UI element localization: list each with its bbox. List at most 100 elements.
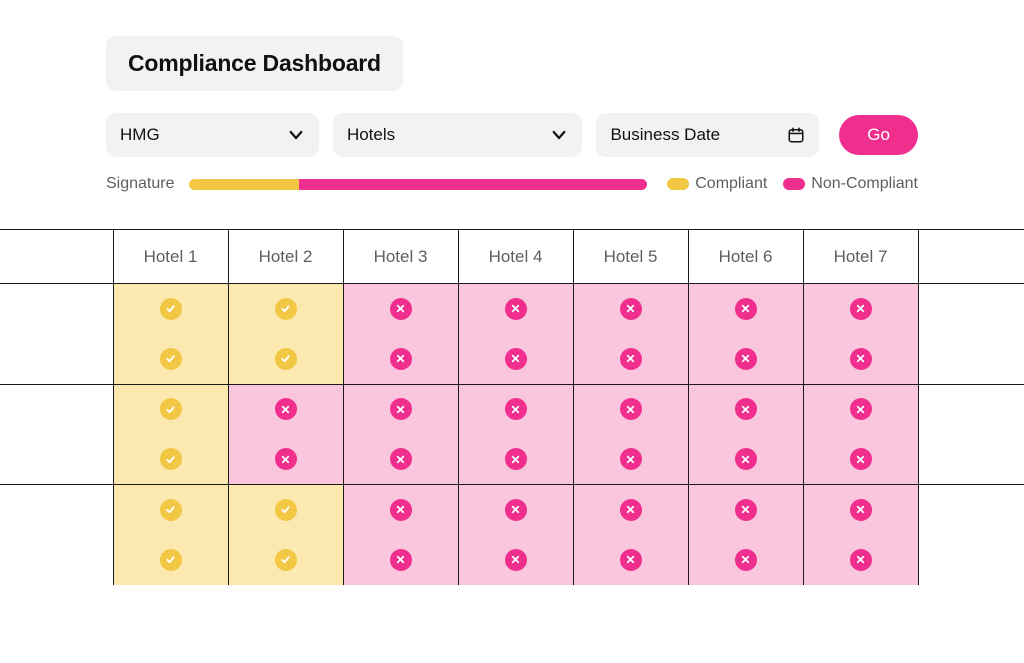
compliant-cell [113,535,228,585]
table-header-tail [918,230,1024,284]
check-circle-icon [275,348,297,370]
row-lead-cell [0,434,113,484]
noncompliant-cell [688,485,803,535]
x-circle-icon [390,398,412,420]
noncompliant-swatch [783,178,805,190]
table-header-hotel: Hotel 7 [803,230,918,284]
title-chip: Compliance Dashboard [106,36,403,91]
calendar-icon [787,126,805,144]
compliance-table: Hotel 1Hotel 2Hotel 3Hotel 4Hotel 5Hotel… [0,229,1024,585]
check-circle-icon [275,298,297,320]
table-header-hotel: Hotel 5 [573,230,688,284]
x-circle-icon [620,398,642,420]
x-circle-icon [850,298,872,320]
x-circle-icon [735,549,757,571]
row-lead-cell [0,284,113,334]
hotels-select[interactable]: Hotels [333,113,583,157]
noncompliant-cell [803,384,918,434]
go-button-label: Go [867,125,890,144]
noncompliant-cell [573,535,688,585]
noncompliant-cell [573,384,688,434]
x-circle-icon [620,499,642,521]
noncompliant-cell [458,384,573,434]
x-circle-icon [505,348,527,370]
table-header-lead [0,230,113,284]
noncompliant-cell [228,434,343,484]
business-date-label: Business Date [610,125,720,145]
noncompliant-cell [573,485,688,535]
hmg-select[interactable]: HMG [106,113,319,157]
noncompliant-cell [458,485,573,535]
noncompliant-cell [688,535,803,585]
check-circle-icon [160,348,182,370]
x-circle-icon [390,348,412,370]
filter-bar: HMG Hotels Business Date Go [106,113,918,157]
table-row [0,485,1024,535]
row-lead-cell [0,384,113,434]
x-circle-icon [505,549,527,571]
x-circle-icon [275,448,297,470]
noncompliant-cell [688,334,803,384]
check-circle-icon [275,549,297,571]
noncompliant-cell [688,284,803,334]
hotels-select-label: Hotels [347,125,395,145]
x-circle-icon [620,448,642,470]
chevron-down-icon [287,126,305,144]
row-tail-cell [918,334,1024,384]
compliant-cell [228,485,343,535]
table-header-hotel: Hotel 1 [113,230,228,284]
table-row [0,334,1024,384]
table-header-hotel: Hotel 3 [343,230,458,284]
go-button[interactable]: Go [839,115,918,155]
x-circle-icon [735,499,757,521]
noncompliant-cell [458,334,573,384]
page-title: Compliance Dashboard [128,50,381,76]
table-header-hotel: Hotel 6 [688,230,803,284]
x-circle-icon [390,549,412,571]
noncompliant-cell [803,334,918,384]
noncompliant-cell [343,434,458,484]
compliant-cell [228,334,343,384]
business-date-picker[interactable]: Business Date [596,113,819,157]
row-lead-cell [0,485,113,535]
table-row [0,434,1024,484]
check-circle-icon [275,499,297,521]
noncompliant-cell [573,334,688,384]
signature-label: Signature [106,175,175,193]
check-circle-icon [160,298,182,320]
x-circle-icon [850,549,872,571]
dashboard-card: Compliance Dashboard HMG Hotels Business… [0,0,1024,663]
noncompliant-cell [343,535,458,585]
noncompliant-cell [803,434,918,484]
compliant-swatch [667,178,689,190]
check-circle-icon [160,499,182,521]
table-row [0,284,1024,334]
compliant-cell [228,284,343,334]
noncompliant-cell [228,384,343,434]
legend: Compliant Non-Compliant [667,175,918,193]
compliant-cell [113,485,228,535]
row-lead-cell [0,535,113,585]
x-circle-icon [735,298,757,320]
x-circle-icon [850,398,872,420]
compliant-cell [113,284,228,334]
legend-compliant: Compliant [667,175,767,193]
compliant-cell [113,384,228,434]
noncompliant-cell [803,535,918,585]
hmg-select-label: HMG [120,125,160,145]
x-circle-icon [850,499,872,521]
compliant-cell [113,434,228,484]
table-row [0,535,1024,585]
legend-compliant-label: Compliant [695,175,767,193]
check-circle-icon [160,549,182,571]
x-circle-icon [735,448,757,470]
noncompliant-cell [458,535,573,585]
legend-noncompliant-label: Non-Compliant [811,175,918,193]
signature-compliant-segment [189,179,299,190]
noncompliant-cell [458,284,573,334]
noncompliant-cell [343,334,458,384]
row-tail-cell [918,434,1024,484]
table-header-hotel: Hotel 4 [458,230,573,284]
x-circle-icon [505,448,527,470]
x-circle-icon [275,398,297,420]
